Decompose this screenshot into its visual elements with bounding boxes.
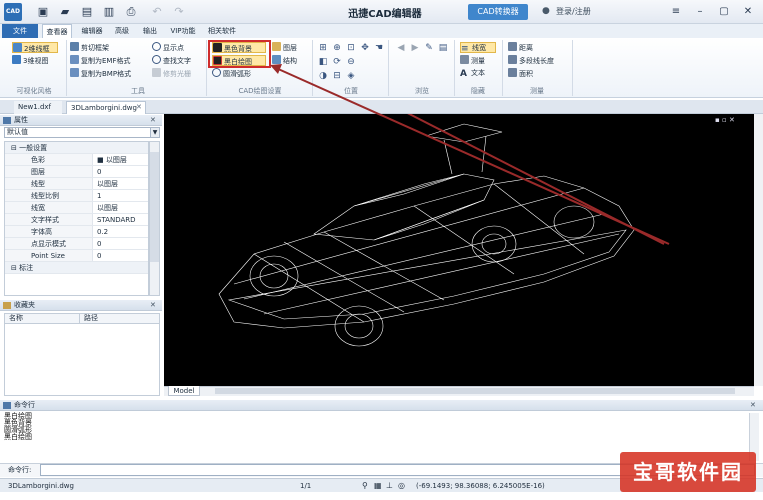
command-icon [3,402,11,409]
command-history-line: 黑白绘图 [4,433,32,441]
status-coordinates: (-69.1493; 98.36088; 6.245005E-16) [416,482,545,490]
command-history-line: 黑色背景 [4,419,32,427]
command-prompt-label: 命令行: [8,466,32,474]
grid-icon[interactable]: ▦ [374,479,382,493]
status-page: 1/1 [300,482,312,490]
command-close-icon[interactable]: ✕ [750,401,759,410]
command-history-line: 圆滑弧形 [4,426,32,434]
polar-icon[interactable]: ◎ [398,479,405,493]
command-history-line: 黑白绘图 [4,412,32,420]
command-header: 命令行 [0,400,763,411]
status-filename: 3DLamborgini.dwg [8,482,74,490]
ortho-icon[interactable]: ⊥ [386,479,393,493]
snap-icon[interactable]: ⚲ [362,479,368,493]
watermark-logo: 宝哥软件园 [620,452,756,492]
